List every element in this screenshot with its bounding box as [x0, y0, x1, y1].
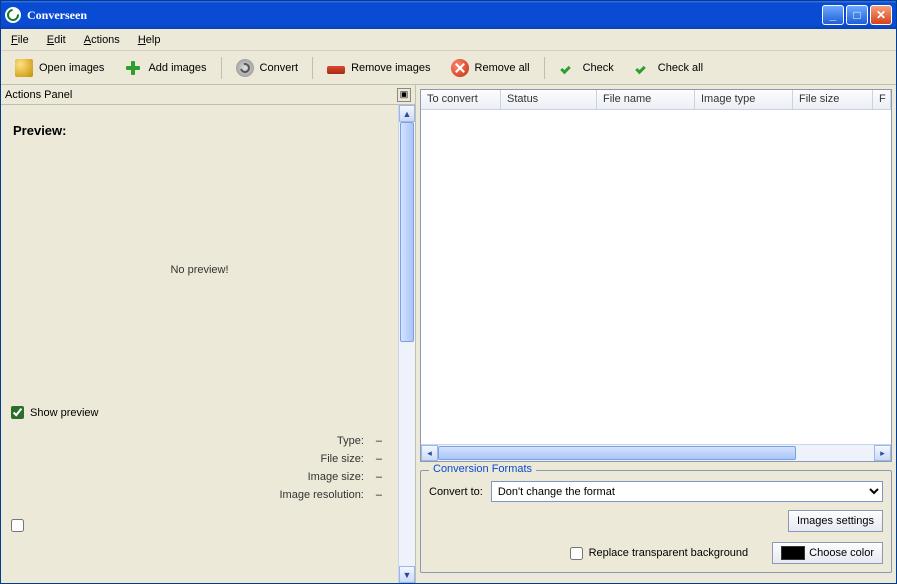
check-button[interactable]: Check	[551, 55, 622, 81]
meta-imagesize-label: Image size:	[17, 471, 366, 483]
actions-panel-title: Actions Panel	[5, 89, 72, 101]
actions-panel: Actions Panel ▣ Preview: No preview! Sho…	[1, 85, 416, 583]
show-preview-label: Show preview	[30, 407, 98, 419]
actions-panel-content: Preview: No preview! Show preview Type: …	[1, 105, 398, 583]
col-image-type[interactable]: Image type	[695, 90, 793, 109]
meta-type-label: Type:	[17, 435, 366, 447]
meta-resolution-value: –	[376, 489, 382, 501]
app-window: Converseen _ □ ✕ File Edit Actions Help …	[0, 0, 897, 584]
actions-panel-header: Actions Panel ▣	[1, 85, 415, 105]
choose-color-button[interactable]: Choose color	[772, 542, 883, 564]
scroll-left-button[interactable]: ◂	[421, 445, 438, 461]
right-pane: To convert Status File name Image type F…	[416, 85, 896, 583]
replace-bg-checkbox[interactable]	[570, 547, 583, 560]
add-images-button[interactable]: Add images	[116, 55, 214, 81]
color-swatch	[781, 546, 805, 560]
meta-imagesize-value: –	[376, 471, 382, 483]
conversion-formats-group: Conversion Formats Convert to: Don't cha…	[420, 470, 892, 573]
no-preview-text: No preview!	[170, 264, 228, 276]
col-to-convert[interactable]: To convert	[421, 90, 501, 109]
col-status[interactable]: Status	[501, 90, 597, 109]
scroll-right-button[interactable]: ▸	[874, 445, 891, 461]
file-list-hscrollbar[interactable]: ◂ ▸	[421, 444, 891, 461]
choose-color-label: Choose color	[809, 547, 874, 559]
minimize-button[interactable]: _	[822, 5, 844, 25]
window-controls: _ □ ✕	[822, 5, 892, 25]
maximize-button[interactable]: □	[846, 5, 868, 25]
check-all-label: Check all	[658, 62, 703, 74]
truncated-row	[11, 519, 388, 532]
remove-all-icon	[451, 59, 469, 77]
show-preview-row: Show preview	[11, 406, 388, 419]
preview-heading: Preview:	[13, 123, 390, 138]
open-images-label: Open images	[39, 62, 104, 74]
meta-filesize-value: –	[376, 453, 382, 465]
toolbar-separator	[544, 57, 545, 79]
convert-label: Convert	[260, 62, 299, 74]
check-label: Check	[583, 62, 614, 74]
menu-file[interactable]: File	[5, 32, 35, 48]
file-list-header: To convert Status File name Image type F…	[421, 90, 891, 110]
open-images-button[interactable]: Open images	[7, 55, 112, 81]
col-file-name[interactable]: File name	[597, 90, 695, 109]
add-images-label: Add images	[148, 62, 206, 74]
remove-icon	[327, 66, 345, 74]
remove-images-button[interactable]: Remove images	[319, 57, 438, 78]
toolbar-separator	[312, 57, 313, 79]
convert-button[interactable]: Convert	[228, 55, 307, 81]
images-settings-button[interactable]: Images settings	[788, 510, 883, 532]
scroll-down-button[interactable]: ▼	[399, 566, 415, 583]
menubar: File Edit Actions Help	[1, 29, 896, 51]
remove-all-label: Remove all	[475, 62, 530, 74]
background-row: Replace transparent background Choose co…	[429, 542, 883, 564]
float-panel-button[interactable]: ▣	[397, 88, 411, 102]
conversion-formats-legend: Conversion Formats	[429, 463, 536, 475]
show-preview-checkbox[interactable]	[11, 406, 24, 419]
check-all-button[interactable]: Check all	[626, 55, 711, 81]
hscroll-thumb[interactable]	[438, 446, 796, 460]
meta-resolution-label: Image resolution:	[17, 489, 366, 501]
actions-panel-body: Preview: No preview! Show preview Type: …	[1, 105, 415, 583]
open-icon	[15, 59, 33, 77]
convert-icon	[236, 59, 254, 77]
preview-area: No preview!	[9, 140, 390, 400]
panel-scrollbar[interactable]: ▲ ▼	[398, 105, 415, 583]
scroll-thumb[interactable]	[400, 122, 414, 342]
images-settings-row: Images settings	[429, 510, 883, 532]
add-icon	[124, 59, 142, 77]
truncated-checkbox[interactable]	[11, 519, 24, 532]
check-all-icon	[634, 59, 652, 77]
titlebar: Converseen _ □ ✕	[1, 1, 896, 29]
image-meta: Type: – File size: – Image size: – Image…	[17, 435, 382, 501]
window-title: Converseen	[27, 8, 822, 23]
content: Actions Panel ▣ Preview: No preview! Sho…	[1, 85, 896, 583]
hscroll-track[interactable]	[438, 445, 874, 461]
toolbar: Open images Add images Convert Remove im…	[1, 51, 896, 85]
close-button[interactable]: ✕	[870, 5, 892, 25]
col-extra[interactable]: F	[873, 90, 891, 109]
convert-to-label: Convert to:	[429, 486, 483, 498]
toolbar-separator	[221, 57, 222, 79]
file-list-body[interactable]	[421, 110, 891, 444]
meta-type-value: –	[376, 435, 382, 447]
convert-to-row: Convert to: Don't change the format	[429, 481, 883, 502]
menu-edit[interactable]: Edit	[41, 32, 72, 48]
remove-images-label: Remove images	[351, 62, 430, 74]
menu-actions[interactable]: Actions	[78, 32, 126, 48]
check-icon	[559, 59, 577, 77]
remove-all-button[interactable]: Remove all	[443, 55, 538, 81]
file-list: To convert Status File name Image type F…	[420, 89, 892, 462]
meta-filesize-label: File size:	[17, 453, 366, 465]
convert-to-select[interactable]: Don't change the format	[491, 481, 883, 502]
menu-help[interactable]: Help	[132, 32, 167, 48]
col-file-size[interactable]: File size	[793, 90, 873, 109]
replace-bg-label: Replace transparent background	[589, 547, 749, 559]
app-icon	[5, 7, 21, 23]
scroll-up-button[interactable]: ▲	[399, 105, 415, 122]
